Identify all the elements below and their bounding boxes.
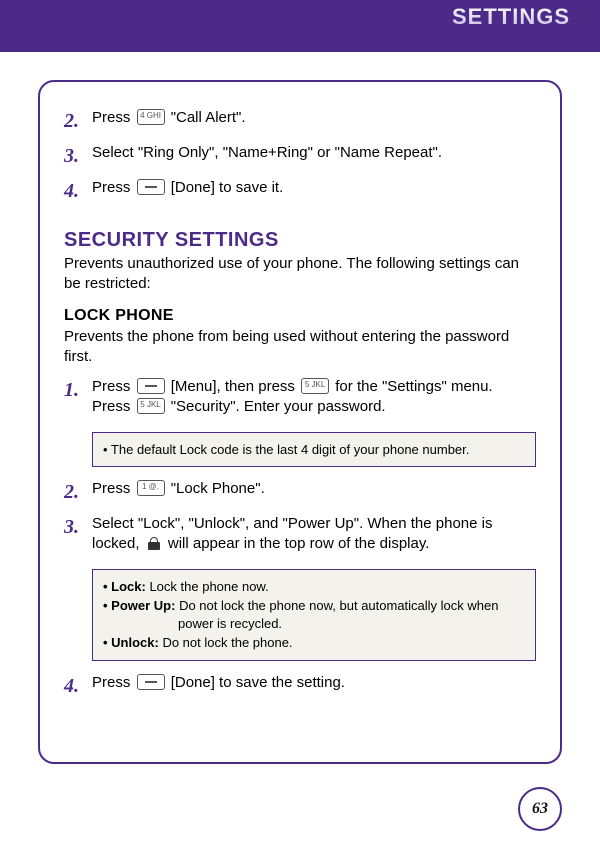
lock-step-4: 4. Press [Done] to save the setting. [64, 673, 536, 700]
lock-step-2: 2. Press 1 @. "Lock Phone". [64, 479, 536, 506]
key-4-icon: 4 GHI [137, 109, 165, 125]
power-up-option: • Power Up: Do not lock the phone now, b… [103, 597, 525, 632]
text: Press [92, 378, 135, 395]
lock-step-1: 1. Press [Menu], then press 5 JKL for th… [64, 377, 536, 418]
lock-options-note: • Lock: Lock the phone now. • Power Up: … [92, 569, 536, 661]
text: [Done] to save the setting. [171, 674, 345, 691]
manual-page: SETTINGS 2. Press 4 GHI "Call Alert". 3.… [0, 0, 600, 849]
lock-phone-steps-b: 2. Press 1 @. "Lock Phone". 3. Select "L… [64, 479, 536, 555]
softkey-dash-icon [137, 378, 165, 394]
step-number: 2. [64, 479, 92, 506]
step-text: Press 4 GHI "Call Alert". [92, 108, 536, 128]
step-text: Select "Ring Only", "Name+Ring" or "Name… [92, 143, 536, 163]
lock-option: • Lock: Lock the phone now. [103, 578, 525, 596]
step-text: Press [Done] to save the setting. [92, 673, 536, 693]
step-4: 4. Press [Done] to save it. [64, 178, 536, 205]
text: [Done] to save it. [171, 179, 284, 196]
text: "Lock Phone". [171, 480, 265, 497]
text: for the "Settings" menu. [335, 378, 492, 395]
text: Press [92, 179, 135, 196]
content-panel: 2. Press 4 GHI "Call Alert". 3. Select "… [38, 80, 562, 764]
key-1-icon: 1 @. [137, 480, 165, 496]
unlock-label: • Unlock: [103, 635, 162, 650]
key-5-icon: 5 JKL [137, 398, 165, 414]
lock-icon [147, 537, 161, 551]
text: "Call Alert". [171, 109, 246, 126]
step-2: 2. Press 4 GHI "Call Alert". [64, 108, 536, 135]
text: "Security". Enter your password. [171, 398, 386, 415]
page-number: 63 [532, 800, 548, 818]
lock-phone-steps-c: 4. Press [Done] to save the setting. [64, 673, 536, 700]
page-number-badge: 63 [518, 787, 562, 831]
security-settings-heading: SECURITY SETTINGS [64, 229, 536, 252]
text: [Menu], then press [171, 378, 299, 395]
step-text: Press 1 @. "Lock Phone". [92, 479, 536, 499]
step-number: 2. [64, 108, 92, 135]
security-settings-desc: Prevents unauthorized use of your phone.… [64, 254, 536, 295]
step-text: Select "Lock", "Unlock", and "Power Up".… [92, 514, 536, 555]
step-number: 1. [64, 377, 92, 404]
lock-phone-heading: LOCK PHONE [64, 307, 536, 325]
note-text: • The default Lock code is the last 4 di… [103, 441, 525, 459]
step-number: 3. [64, 143, 92, 170]
softkey-dash-icon [137, 674, 165, 690]
step-number: 3. [64, 514, 92, 541]
step-number: 4. [64, 673, 92, 700]
lock-phone-desc: Prevents the phone from being used witho… [64, 327, 536, 368]
text: Press [92, 480, 135, 497]
unlock-text: Do not lock the phone. [162, 635, 292, 650]
text: Select "Lock", "Unlock", and "Power Up".… [92, 515, 492, 532]
step-text: Press [Menu], then press 5 JKL for the "… [92, 377, 536, 418]
page-title: SETTINGS [452, 4, 570, 30]
power-up-text: Do not lock the phone now, but automatic… [178, 598, 498, 631]
lock-phone-steps-a: 1. Press [Menu], then press 5 JKL for th… [64, 377, 536, 418]
key-5-icon: 5 JKL [301, 378, 329, 394]
text: locked, [92, 535, 144, 552]
step-number: 4. [64, 178, 92, 205]
default-lock-code-note: • The default Lock code is the last 4 di… [92, 432, 536, 468]
step-3: 3. Select "Ring Only", "Name+Ring" or "N… [64, 143, 536, 170]
lock-text: Lock the phone now. [149, 579, 268, 594]
step-text: Press [Done] to save it. [92, 178, 536, 198]
text: Press [92, 109, 135, 126]
lock-step-3: 3. Select "Lock", "Unlock", and "Power U… [64, 514, 536, 555]
power-up-label: • Power Up: [103, 598, 179, 613]
text: Press [92, 398, 135, 415]
softkey-dash-icon [137, 179, 165, 195]
call-alert-steps: 2. Press 4 GHI "Call Alert". 3. Select "… [64, 108, 536, 205]
header-band: SETTINGS [0, 0, 600, 52]
unlock-option: • Unlock: Do not lock the phone. [103, 634, 525, 652]
text: will appear in the top row of the displa… [168, 535, 430, 552]
text: Press [92, 674, 135, 691]
lock-label: • Lock: [103, 579, 149, 594]
